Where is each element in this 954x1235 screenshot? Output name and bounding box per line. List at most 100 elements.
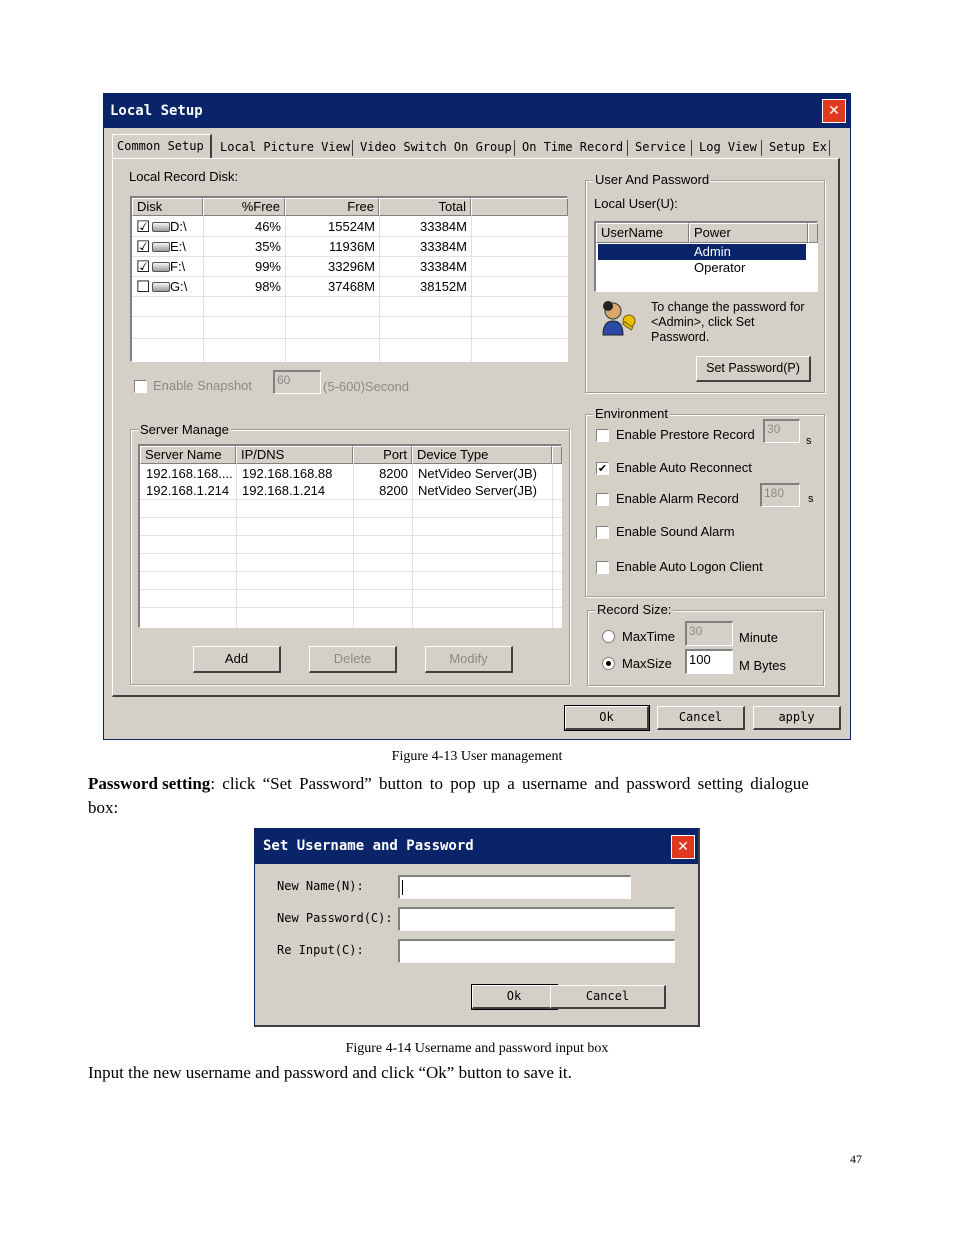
grid-line [140, 517, 562, 518]
user-list[interactable]: UserName Power Admin Operator [594, 221, 818, 292]
new-password-input[interactable] [398, 907, 675, 931]
new-name-label: New Name(N): [277, 879, 364, 893]
enable-prestore-checkbox[interactable] [596, 429, 609, 442]
server-name: 192.168.1.214 [146, 483, 230, 498]
disk-checkbox[interactable]: ☑ [136, 259, 150, 275]
prestore-seconds-input[interactable]: 30 [763, 419, 800, 443]
disk-pct-free: 98% [254, 279, 281, 294]
maxtime-unit: Minute [739, 630, 779, 645]
username-col-header[interactable]: UserName [596, 223, 689, 243]
disk-drive-icon [152, 242, 170, 252]
disk-checkbox[interactable]: ☐ [136, 279, 150, 295]
disk-row[interactable]: ☑ F:\ 99% 33296M 33384M [132, 257, 568, 277]
enable-alarm-record-checkbox[interactable] [596, 493, 609, 506]
ok-button[interactable]: Ok [564, 705, 650, 731]
local-record-disk-label: Local Record Disk: [129, 169, 239, 184]
server-row[interactable]: 192.168.168.... 192.168.168.88 8200 NetV… [140, 465, 562, 482]
total-col-header[interactable]: Total [379, 198, 471, 216]
tab-divider [829, 140, 830, 156]
re-input-password-input[interactable] [398, 939, 675, 963]
new-name-input[interactable] [398, 875, 631, 899]
maxtime-radio[interactable] [602, 630, 615, 643]
enable-auto-logon-label: Enable Auto Logon Client [616, 559, 763, 574]
maxsize-radio[interactable] [602, 657, 615, 670]
server-list[interactable]: Server Name IP/DNS Port Device Type 192.… [138, 444, 562, 628]
set-username-dialog: Set Username and Password ✕ New Name(N):… [254, 828, 700, 1027]
enable-snapshot-checkbox[interactable] [134, 380, 147, 393]
disk-free: 33296M [328, 259, 375, 274]
save-instruction-paragraph: Input the new username and password and … [88, 1063, 572, 1082]
user-row[interactable]: Operator [598, 260, 806, 276]
close-icon[interactable]: ✕ [822, 99, 846, 123]
tab-strip: Common Setup Local Picture View Video Sw… [112, 134, 842, 160]
prestore-unit: s [806, 435, 812, 447]
enable-auto-logon-checkbox[interactable] [596, 561, 609, 574]
disk-drive-icon [152, 262, 170, 272]
tab-video-switch[interactable]: Video Switch On Group [356, 136, 516, 158]
pct-free-col-header[interactable]: %Free [203, 198, 285, 216]
user-power: Admin [694, 244, 731, 259]
server-port: 8200 [379, 466, 408, 481]
server-ip: 192.168.168.88 [242, 466, 333, 481]
tab-local-picture-view[interactable]: Local Picture View [216, 136, 354, 158]
maxsize-unit: M Bytes [739, 658, 786, 673]
device-type-col-header[interactable]: Device Type [412, 446, 552, 464]
server-row[interactable]: 192.168.1.214 192.168.1.214 8200 NetVide… [140, 482, 562, 499]
free-col-header[interactable]: Free [285, 198, 379, 216]
tab-divider [691, 140, 692, 156]
empty-col-header [552, 446, 562, 464]
tab-setup-ex[interactable]: Setup Ex [765, 136, 831, 158]
disk-checkbox[interactable]: ☑ [136, 219, 150, 235]
disk-checkbox[interactable]: ☑ [136, 239, 150, 255]
dialog-cancel-button[interactable]: Cancel [550, 985, 666, 1009]
alarm-record-seconds-input[interactable]: 180 [760, 483, 800, 507]
tab-common-setup[interactable]: Common Setup [112, 134, 212, 158]
disk-col-header[interactable]: Disk [132, 198, 203, 216]
disk-list[interactable]: Disk %Free Free Total ☑ D:\ 46% 15524M 3… [130, 196, 568, 362]
tab-service[interactable]: Service [631, 136, 690, 158]
ip-dns-col-header[interactable]: IP/DNS [236, 446, 353, 464]
modify-server-button[interactable]: Modify [425, 646, 513, 673]
paragraph-line-2: box: [88, 798, 119, 817]
snapshot-seconds-input[interactable]: 60 [273, 370, 321, 394]
server-name-col-header[interactable]: Server Name [140, 446, 236, 464]
port-col-header[interactable]: Port [353, 446, 412, 464]
enable-sound-alarm-checkbox[interactable] [596, 526, 609, 539]
add-server-button[interactable]: Add [193, 646, 281, 673]
close-icon[interactable]: ✕ [671, 835, 695, 859]
grid-line [132, 316, 568, 317]
tab-log-view[interactable]: Log View [695, 136, 761, 158]
environment-label: Environment [593, 406, 670, 421]
disk-free: 37468M [328, 279, 375, 294]
disk-drive-icon [152, 282, 170, 292]
dialog-ok-button[interactable]: Ok [471, 984, 558, 1010]
tab-divider [627, 140, 628, 156]
maxsize-input[interactable]: 100 [685, 649, 733, 674]
cancel-button[interactable]: Cancel [657, 706, 745, 730]
user-row-selected[interactable]: Admin [598, 244, 806, 260]
figure-caption-4-14: Figure 4-14 Username and password input … [345, 1041, 609, 1056]
apply-button[interactable]: apply [753, 706, 841, 730]
server-ip: 192.168.1.214 [242, 483, 326, 498]
grid-line [140, 571, 562, 572]
set-password-button[interactable]: Set Password(P) [696, 356, 811, 382]
disk-drive-icon [152, 222, 170, 232]
power-col-header[interactable]: Power [689, 223, 808, 243]
enable-auto-reconnect-checkbox[interactable]: ✔ [596, 462, 609, 475]
maxtime-input[interactable]: 30 [685, 621, 733, 646]
enable-sound-alarm-label: Enable Sound Alarm [616, 524, 735, 539]
disk-row[interactable]: ☐ G:\ 98% 37468M 38152M [132, 277, 568, 297]
user-password-label: User And Password [593, 172, 712, 187]
grid-line [140, 607, 562, 608]
delete-server-button[interactable]: Delete [309, 646, 397, 673]
disk-row[interactable]: ☑ E:\ 35% 11936M 33384M [132, 237, 568, 257]
server-manage-label: Server Manage [138, 422, 231, 437]
text-cursor [402, 880, 403, 895]
maxtime-label: MaxTime [622, 629, 675, 644]
disk-row[interactable]: ☑ D:\ 46% 15524M 33384M [132, 217, 568, 237]
tab-on-time-record[interactable]: On Time Record [518, 136, 627, 158]
grid-line [140, 589, 562, 590]
local-setup-window: Local Setup ✕ Common Setup Local Picture… [103, 93, 851, 740]
disk-total: 33384M [420, 259, 467, 274]
window-title: Local Setup [110, 103, 203, 119]
